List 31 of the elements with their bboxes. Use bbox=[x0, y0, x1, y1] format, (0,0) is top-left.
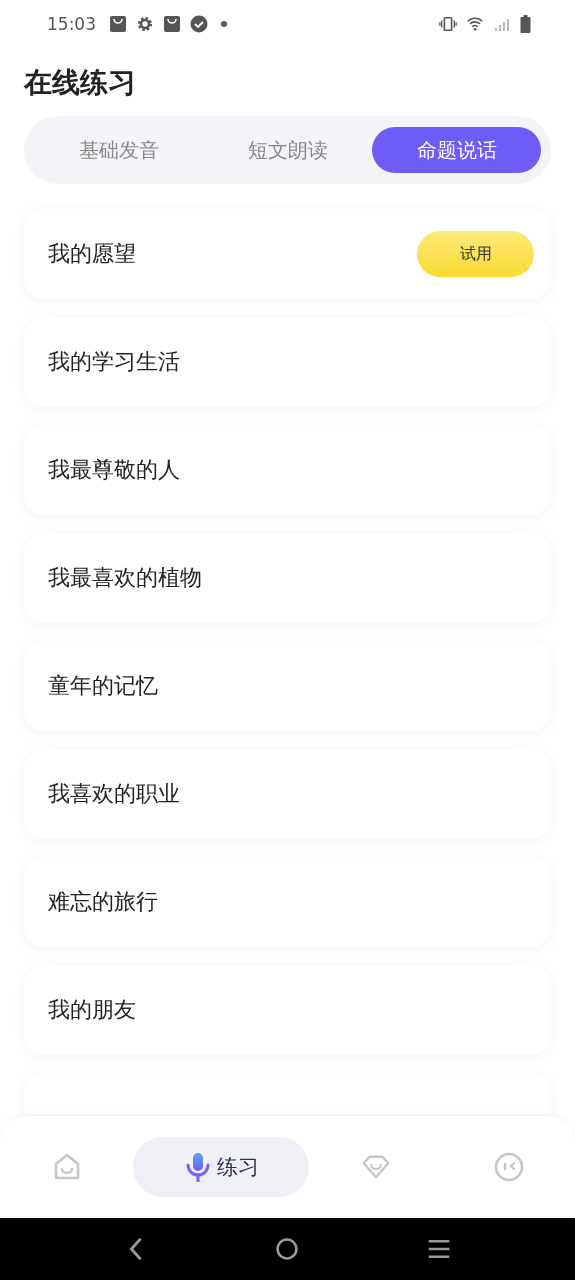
topic-card[interactable]: 难忘的旅行 bbox=[24, 857, 551, 947]
tab[interactable]: 命题说话 bbox=[372, 127, 541, 173]
topic-title: 我最喜欢的植物 bbox=[48, 564, 202, 592]
nav-tab[interactable]: 练习 bbox=[133, 1137, 309, 1197]
status-time: 15:03 bbox=[47, 14, 96, 34]
page-title: 在线练习 bbox=[24, 65, 137, 101]
home-button-icon[interactable] bbox=[275, 1236, 300, 1262]
trial-button[interactable]: 试用 bbox=[417, 231, 534, 277]
bag-icon bbox=[109, 15, 127, 33]
topic-title: 难忘的旅行 bbox=[48, 888, 158, 916]
topic-title: 我喜欢的职业 bbox=[48, 780, 180, 808]
topic-title: 我的愿望 bbox=[48, 240, 136, 268]
dot-icon bbox=[221, 21, 227, 27]
topic-card[interactable]: 童年的记忆 bbox=[24, 641, 551, 731]
face-icon bbox=[493, 1152, 524, 1182]
topic-title: 童年的记忆 bbox=[48, 672, 158, 700]
topic-card[interactable]: 我的朋友 bbox=[24, 965, 551, 1055]
check-icon bbox=[190, 15, 208, 33]
topic-title: 我的朋友 bbox=[48, 996, 136, 1024]
bag-icon bbox=[163, 15, 181, 33]
battery-icon bbox=[520, 15, 531, 33]
topic-card[interactable]: 我的愿望 试用 bbox=[24, 209, 551, 299]
topic-title: 我最尊敬的人 bbox=[48, 456, 180, 484]
topic-card[interactable]: 我喜欢的职业 bbox=[24, 749, 551, 839]
vibrate-icon bbox=[439, 15, 457, 33]
topic-card[interactable]: 我的学习生活 bbox=[24, 317, 551, 407]
settings-icon bbox=[136, 15, 154, 33]
topic-title: 我的学习生活 bbox=[48, 348, 180, 376]
topic-card[interactable]: 我最尊敬的人 bbox=[24, 425, 551, 515]
topic-card[interactable]: 我最喜欢的植物 bbox=[24, 533, 551, 623]
wifi-icon bbox=[466, 15, 484, 33]
